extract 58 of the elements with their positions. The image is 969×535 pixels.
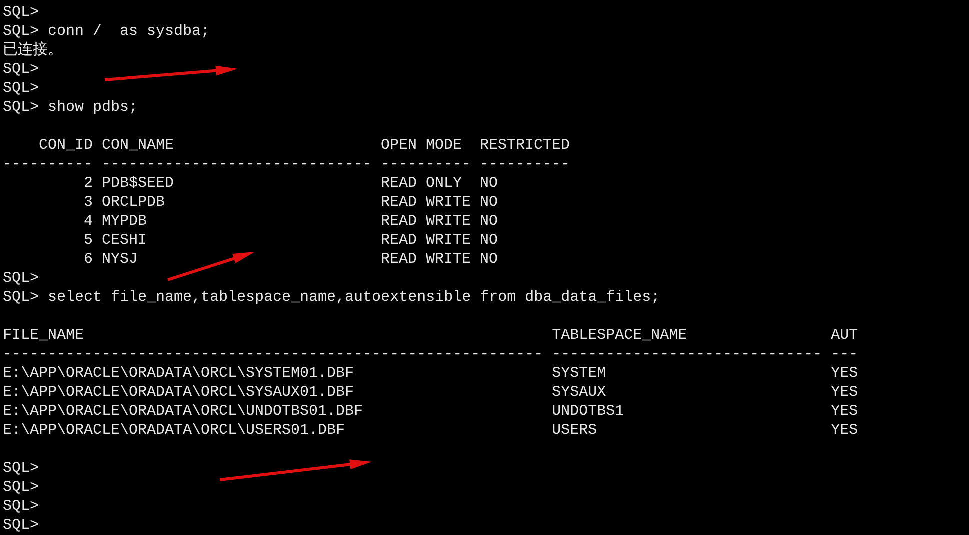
console-line: SQL> xyxy=(3,459,40,478)
table-cell: SYSTEM xyxy=(552,364,606,383)
table-cell: E:\APP\ORACLE\ORADATA\ORCL\SYSTEM01.DBF xyxy=(3,364,354,383)
table-cell: E:\APP\ORACLE\ORADATA\ORCL\UNDOTBS01.DBF xyxy=(3,402,364,421)
table-cell: NO xyxy=(480,212,498,231)
header-rule: ---------- xyxy=(3,155,94,174)
table-cell: 4 xyxy=(84,212,93,231)
table-cell: YES xyxy=(831,364,858,383)
table-cell: UNDOTBS1 xyxy=(552,402,624,421)
console-line: SQL> show pdbs; xyxy=(3,98,138,117)
column-header: TABLESPACE_NAME xyxy=(552,326,688,345)
header-rule: --- xyxy=(831,345,858,364)
table-cell: MYPDB xyxy=(102,212,148,231)
table-cell: READ WRITE xyxy=(381,250,472,269)
table-cell: E:\APP\ORACLE\ORADATA\ORCL\SYSAUX01.DBF xyxy=(3,383,354,402)
table-cell: PDB$SEED xyxy=(102,174,174,193)
console-line: SQL> conn / as sysdba; xyxy=(3,22,210,41)
table-cell: CESHI xyxy=(102,231,148,250)
table-cell: 6 xyxy=(84,250,93,269)
table-cell: E:\APP\ORACLE\ORADATA\ORCL\USERS01.DBF xyxy=(3,421,346,440)
table-cell: NO xyxy=(480,174,498,193)
header-rule: ------------------------------------------------------------ xyxy=(3,345,544,364)
header-rule: ---------- xyxy=(480,155,570,174)
column-header: FILE_NAME xyxy=(3,326,84,345)
table-cell: READ ONLY xyxy=(381,174,462,193)
column-header: AUT xyxy=(831,326,858,345)
header-rule: ------------------------------ xyxy=(552,345,822,364)
table-cell: NYSJ xyxy=(102,250,138,269)
table-cell: YES xyxy=(831,421,858,440)
column-header: CON_ID xyxy=(38,136,93,155)
table-cell: READ WRITE xyxy=(381,231,472,250)
table-cell: NO xyxy=(480,250,498,269)
table-cell: USERS xyxy=(552,421,598,440)
column-header: RESTRICTED xyxy=(480,136,570,155)
column-header: OPEN MODE xyxy=(381,136,462,155)
table-cell: SYSAUX xyxy=(552,383,606,402)
console-line: SQL> select file_name,tablespace_name,autoextensible from dba_data_files; xyxy=(3,288,660,307)
table-cell: NO xyxy=(480,231,498,250)
table-cell: READ WRITE xyxy=(381,193,472,212)
console-line: 已连接。 xyxy=(3,41,63,60)
console-line: SQL> xyxy=(3,516,40,535)
console-line: SQL> xyxy=(3,60,40,79)
console-line: SQL> xyxy=(3,478,40,497)
console-line: SQL> xyxy=(3,269,40,288)
table-cell: 5 xyxy=(84,231,93,250)
console-line: SQL> xyxy=(3,497,40,516)
table-cell: READ WRITE xyxy=(381,212,472,231)
column-header: CON_NAME xyxy=(102,136,174,155)
console-line: SQL> xyxy=(3,3,40,22)
table-cell: YES xyxy=(831,402,858,421)
table-cell: NO xyxy=(480,193,498,212)
header-rule: ---------- xyxy=(381,155,472,174)
table-cell: ORCLPDB xyxy=(102,193,166,212)
table-cell: 2 xyxy=(84,174,93,193)
table-cell: 3 xyxy=(84,193,93,212)
console-line: SQL> xyxy=(3,79,40,98)
table-cell: YES xyxy=(831,383,858,402)
header-rule: ------------------------------ xyxy=(102,155,372,174)
